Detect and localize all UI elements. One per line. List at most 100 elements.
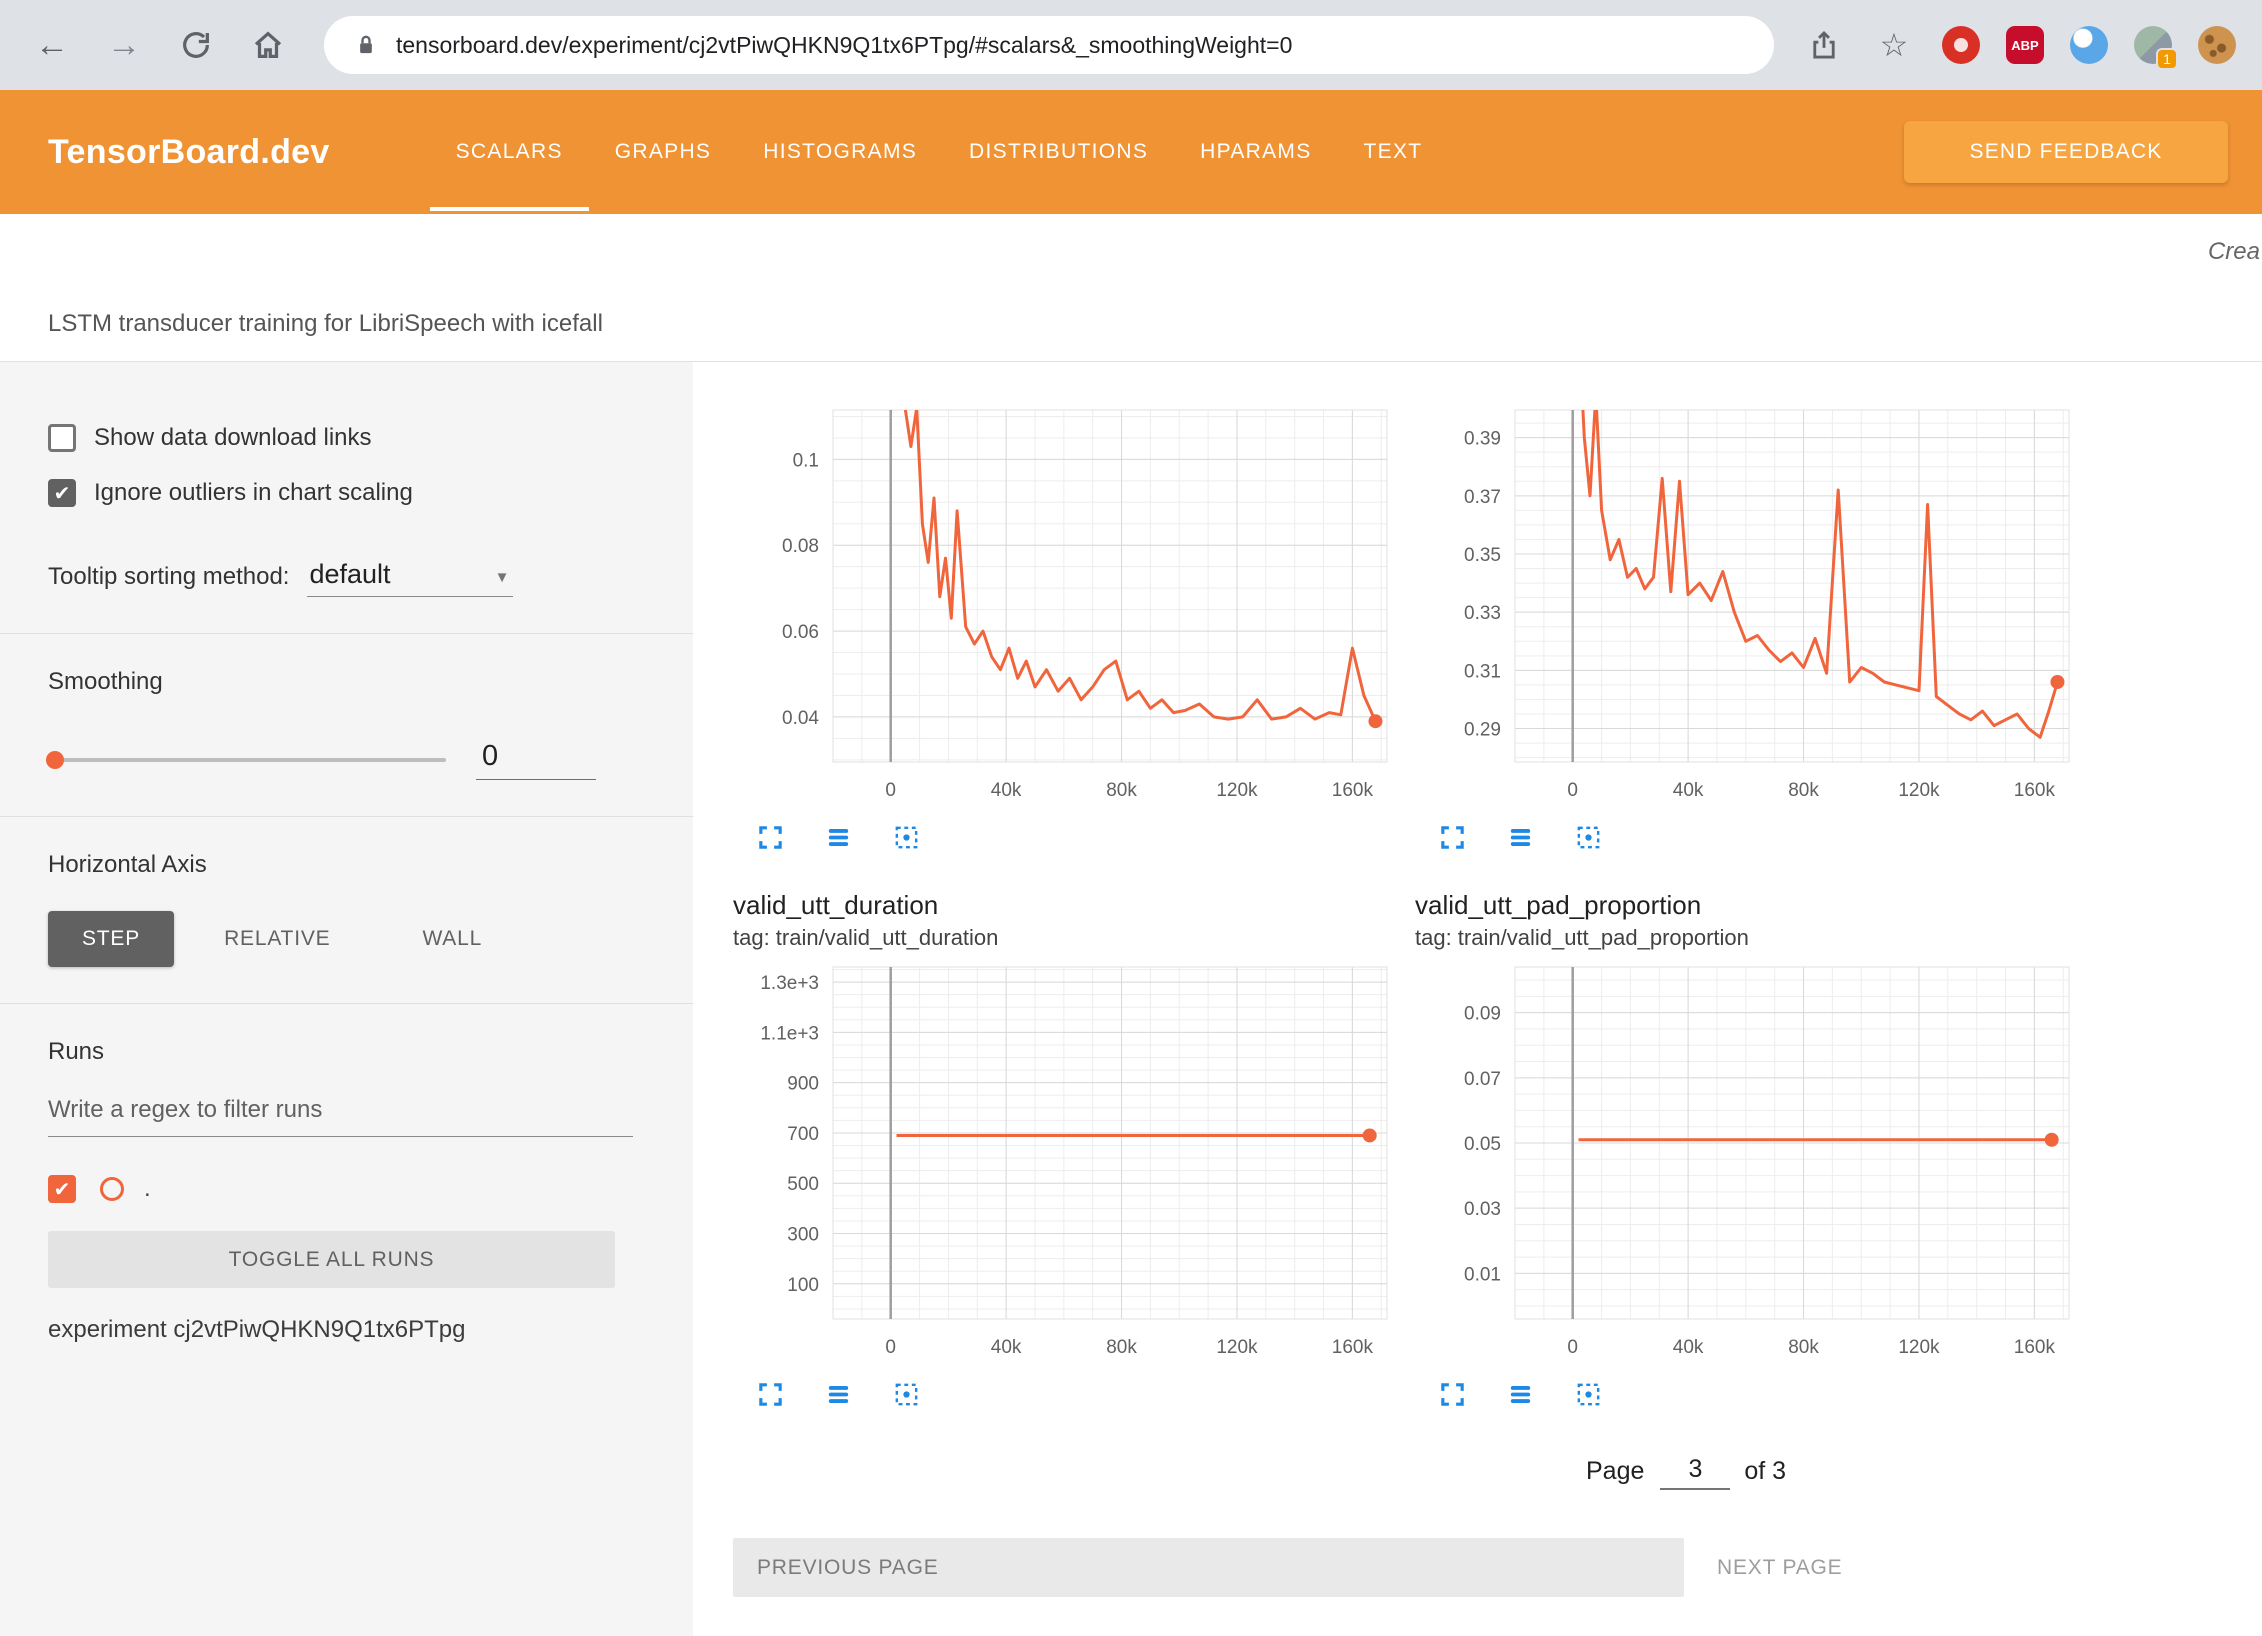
smoothing-section: Smoothing: [0, 633, 693, 816]
tooltip-sorting-dropdown[interactable]: default ▼: [307, 559, 513, 597]
x-tick-label: 0: [885, 1337, 896, 1358]
expand-chart-button[interactable]: [1435, 820, 1469, 854]
home-icon: [251, 28, 285, 62]
line-chart-plot[interactable]: 040k80k120k160k0.040.060.080.1: [733, 404, 1393, 814]
extension-adblock-icon[interactable]: [1942, 26, 1980, 64]
horizontal-axis-buttons: STEP RELATIVE WALL: [48, 911, 633, 967]
slider-track: [48, 758, 446, 762]
run-checkbox[interactable]: ✔: [48, 1175, 76, 1203]
y-tick-label: 0.39: [1464, 429, 1501, 450]
line-chart-plot[interactable]: 040k80k120k160k0.010.030.050.070.09: [1415, 961, 2075, 1371]
page-of-label: of 3: [1744, 1457, 1786, 1490]
page-number-input[interactable]: [1660, 1455, 1730, 1490]
tab-hparams[interactable]: HPARAMS: [1174, 90, 1337, 214]
horizontal-axis-section: Horizontal Axis STEP RELATIVE WALL: [0, 816, 693, 1003]
chart-actions: [753, 1377, 1393, 1411]
chart-card-top-left: 040k80k120k160k0.040.060.080.1: [733, 404, 1393, 854]
x-tick-label: 40k: [991, 1337, 1022, 1358]
expand-icon: [756, 1380, 785, 1409]
share-button[interactable]: [1802, 23, 1846, 67]
subheader-right-clipped-text: Crea: [2208, 238, 2260, 266]
back-button[interactable]: ←: [30, 23, 74, 67]
axis-wall-button[interactable]: WALL: [400, 911, 504, 967]
toggle-all-runs-button[interactable]: TOGGLE ALL RUNS: [48, 1231, 615, 1288]
smoothing-slider[interactable]: [48, 751, 446, 769]
chart-card-valid-utt-pad-proportion: valid_utt_pad_proportion tag: train/vali…: [1415, 890, 2075, 1411]
y-tick-label: 100: [787, 1275, 819, 1296]
slider-thumb[interactable]: [46, 751, 64, 769]
flat-y-axis-button[interactable]: [821, 820, 855, 854]
address-bar[interactable]: tensorboard.dev/experiment/cj2vtPiwQHKN9…: [324, 16, 1774, 74]
fit-domain-button[interactable]: [889, 820, 923, 854]
reload-button[interactable]: [174, 23, 218, 67]
expand-chart-button[interactable]: [1435, 1377, 1469, 1411]
y-tick-label: 1.3e+3: [760, 973, 819, 994]
flat-lines-icon: [1506, 1380, 1535, 1409]
tab-text[interactable]: TEXT: [1338, 90, 1449, 214]
tab-distributions[interactable]: DISTRIBUTIONS: [943, 90, 1174, 214]
next-page-button[interactable]: NEXT PAGE: [1717, 1556, 1842, 1580]
flat-y-axis-button[interactable]: [821, 1377, 855, 1411]
send-feedback-button[interactable]: SEND FEEDBACK: [1904, 121, 2228, 183]
bookmark-button[interactable]: ☆: [1872, 23, 1916, 67]
runs-filter-input[interactable]: [48, 1096, 633, 1137]
home-button[interactable]: [246, 23, 290, 67]
pager-row: PREVIOUS PAGE NEXT PAGE: [733, 1538, 2262, 1597]
experiment-id-label: experiment cj2vtPiwQHKN9Q1tx6PTpg: [48, 1316, 633, 1344]
url-text: tensorboard.dev/experiment/cj2vtPiwQHKN9…: [396, 32, 1292, 59]
pagination: Page of 3: [1586, 1455, 2262, 1490]
extension-abp-icon[interactable]: ABP: [2006, 26, 2044, 64]
tab-label: GRAPHS: [615, 140, 712, 164]
smoothing-label: Smoothing: [48, 668, 633, 696]
main-nav: SCALARS GRAPHS HISTOGRAMS DISTRIBUTIONS …: [430, 90, 1449, 214]
expand-chart-button[interactable]: [753, 1377, 787, 1411]
tooltip-sorting-label: Tooltip sorting method:: [48, 563, 289, 597]
x-tick-label: 80k: [1106, 1337, 1137, 1358]
chart-card-valid-utt-duration: valid_utt_duration tag: train/valid_utt_…: [733, 890, 1393, 1411]
fit-domain-button[interactable]: [1571, 1377, 1605, 1411]
fit-domain-button[interactable]: [889, 1377, 923, 1411]
flat-y-axis-button[interactable]: [1503, 820, 1537, 854]
x-tick-label: 40k: [991, 780, 1022, 801]
tab-histograms[interactable]: HISTOGRAMS: [737, 90, 943, 214]
y-tick-label: 0.09: [1464, 1004, 1501, 1025]
show-download-links-checkbox[interactable]: ✔: [48, 424, 76, 452]
y-tick-label: 0.1: [793, 450, 819, 471]
expand-chart-button[interactable]: [753, 820, 787, 854]
smoothing-value-input[interactable]: [476, 740, 596, 780]
x-tick-label: 160k: [2014, 1337, 2056, 1358]
profile-avatar[interactable]: 1: [2134, 26, 2172, 64]
y-tick-label: 0.03: [1464, 1199, 1501, 1220]
series-end-dot: [2050, 675, 2064, 689]
x-tick-label: 120k: [1216, 780, 1258, 801]
profile-badge: 1: [2156, 48, 2178, 70]
line-chart-plot[interactable]: 040k80k120k160k1003005007009001.1e+31.3e…: [733, 961, 1393, 1371]
axis-step-button[interactable]: STEP: [48, 911, 174, 967]
ignore-outliers-checkbox[interactable]: ✔: [48, 479, 76, 507]
tab-graphs[interactable]: GRAPHS: [589, 90, 738, 214]
flat-y-axis-button[interactable]: [1503, 1377, 1537, 1411]
chart-actions: [753, 820, 1393, 854]
ignore-outliers-row: ✔ Ignore outliers in chart scaling: [48, 479, 633, 507]
previous-page-button[interactable]: PREVIOUS PAGE: [733, 1538, 1684, 1597]
y-tick-label: 0.07: [1464, 1069, 1501, 1090]
x-tick-label: 80k: [1788, 780, 1819, 801]
tab-scalars[interactable]: SCALARS: [430, 90, 589, 214]
tooltip-sorting-row: Tooltip sorting method: default ▼: [48, 559, 633, 597]
tab-label: TEXT: [1364, 140, 1423, 164]
forward-arrow-icon: →: [107, 28, 141, 62]
horizontal-axis-label: Horizontal Axis: [48, 851, 633, 879]
x-tick-label: 0: [1567, 780, 1578, 801]
fit-domain-button[interactable]: [1571, 820, 1605, 854]
screen: ← → tensorboard.dev/experiment/cj2vtPiwQ…: [0, 0, 2262, 1636]
settings-sidebar: ✔ Show data download links ✔ Ignore outl…: [0, 362, 693, 1636]
extension-blue-icon[interactable]: [2070, 26, 2108, 64]
x-tick-label: 160k: [1332, 1337, 1374, 1358]
abp-label: ABP: [2011, 38, 2038, 53]
tooltip-sorting-value: default: [309, 559, 390, 590]
axis-relative-button[interactable]: RELATIVE: [202, 911, 352, 967]
fit-domain-icon: [1574, 1380, 1603, 1409]
line-chart-plot[interactable]: 040k80k120k160k0.290.310.330.350.370.39: [1415, 404, 2075, 814]
forward-button[interactable]: →: [102, 23, 146, 67]
cookie-icon[interactable]: [2198, 26, 2236, 64]
